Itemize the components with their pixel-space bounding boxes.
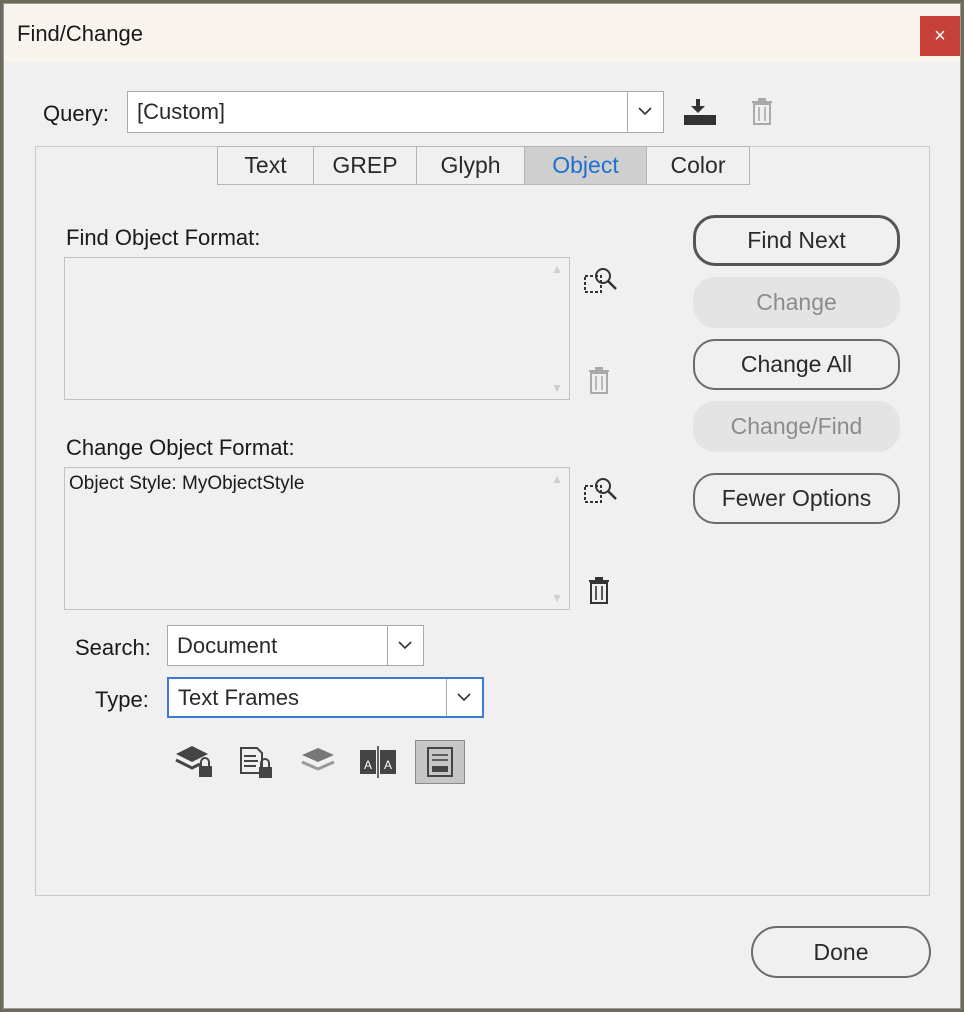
specify-change-attributes-icon[interactable]	[583, 475, 619, 510]
search-label: Search:	[75, 635, 151, 660]
change-format-text: Object Style: MyObjectStyle	[69, 473, 305, 494]
query-value: [Custom]	[137, 99, 226, 124]
change-format-label: Change Object Format:	[66, 435, 295, 460]
search-value: Document	[177, 633, 278, 658]
svg-text:A: A	[364, 758, 372, 772]
tab-glyph[interactable]: Glyph	[417, 147, 525, 184]
delete-query-icon[interactable]	[750, 98, 774, 131]
title-bar: Find/Change	[4, 4, 960, 62]
chevron-down-icon[interactable]	[627, 92, 663, 132]
close-button[interactable]: ×	[920, 16, 960, 56]
tab-object[interactable]: Object	[525, 147, 647, 184]
change-format-box[interactable]: Object Style: MyObjectStyle ▲ ▼	[64, 467, 570, 610]
tab-color[interactable]: Color	[647, 147, 749, 184]
scroll-up-icon: ▲	[551, 472, 563, 486]
include-hidden-layers-icon[interactable]	[293, 740, 343, 784]
include-master-pages-icon[interactable]: A A	[354, 740, 404, 784]
scroll-down-icon: ▼	[551, 381, 563, 395]
find-next-button[interactable]: Find Next	[693, 215, 900, 266]
tab-bar: Text GREP Glyph Object Color	[217, 146, 750, 185]
query-dropdown[interactable]: [Custom]	[127, 91, 664, 133]
query-label: Query:	[43, 101, 110, 126]
search-dropdown[interactable]: Document	[167, 625, 424, 666]
find-change-dialog: Find/Change × Query: [Custom] Text GREP …	[3, 3, 961, 1009]
change-find-button[interactable]: Change/Find	[693, 401, 900, 452]
svg-text:A: A	[384, 758, 392, 772]
include-footnotes-icon[interactable]	[415, 740, 465, 784]
save-query-icon[interactable]	[682, 97, 718, 132]
scroll-down-icon: ▼	[551, 591, 563, 605]
chevron-down-icon[interactable]	[387, 626, 423, 665]
change-all-button[interactable]: Change All	[693, 339, 900, 390]
chevron-down-icon[interactable]	[446, 679, 482, 716]
dialog-title: Find/Change	[17, 21, 143, 46]
type-value: Text Frames	[178, 685, 300, 710]
scroll-up-icon: ▲	[551, 262, 563, 276]
change-button[interactable]: Change	[693, 277, 900, 328]
find-format-box[interactable]: ▲ ▼	[64, 257, 570, 400]
specify-find-attributes-icon[interactable]	[583, 265, 619, 300]
done-button[interactable]: Done	[751, 926, 931, 978]
fewer-options-button[interactable]: Fewer Options	[693, 473, 900, 524]
type-dropdown[interactable]: Text Frames	[167, 677, 484, 718]
clear-find-attributes-icon[interactable]	[587, 367, 611, 400]
clear-change-attributes-icon[interactable]	[587, 577, 611, 610]
tab-text[interactable]: Text	[218, 147, 314, 184]
include-locked-stories-icon[interactable]	[232, 740, 282, 784]
type-label: Type:	[95, 687, 149, 712]
find-format-label: Find Object Format:	[66, 225, 261, 250]
tab-grep[interactable]: GREP	[314, 147, 417, 184]
include-locked-layers-icon[interactable]	[170, 740, 220, 784]
